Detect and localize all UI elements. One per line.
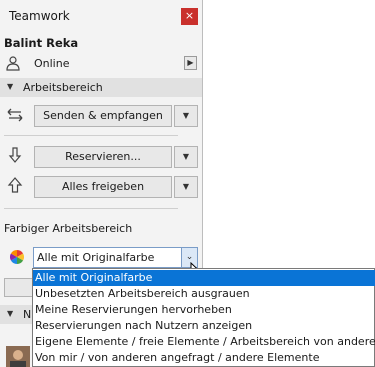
section-next[interactable]: ▼ N [0,305,32,324]
section-workspace[interactable]: ▼ Arbeitsbereich [0,78,202,97]
dropdown-option[interactable]: Eigene Elemente / freie Elemente / Arbei… [33,334,375,350]
reserve-button[interactable]: Reservieren... [34,146,172,168]
close-button[interactable]: × [181,8,198,25]
dropdown-option[interactable]: Meine Reservierungen hervorheben [33,302,375,318]
dropdown-option[interactable]: Reservierungen nach Nutzern anzeigen [33,318,375,334]
colored-workspace-label: Farbiger Arbeitsbereich [4,222,133,235]
user-avatar-icon [6,346,30,367]
collapse-triangle-icon: ▼ [7,82,14,91]
reserve-dropdown[interactable]: ▼ [174,146,198,168]
hidden-button[interactable] [4,278,32,297]
release-all-button[interactable]: Alles freigeben [34,176,172,198]
divider [4,135,178,136]
release-all-dropdown[interactable]: ▼ [174,176,198,198]
up-arrow-icon [7,177,23,193]
dropdown-option[interactable]: Alle mit Originalfarbe [33,270,375,286]
person-icon [6,56,20,71]
section-next-label: N [23,308,32,321]
status-label: Online [34,57,70,70]
section-workspace-label: Arbeitsbereich [23,81,103,94]
user-name: Balint Reka [4,36,79,50]
divider [4,208,178,209]
status-menu-button[interactable]: ▶ [184,56,197,70]
collapse-triangle-icon: ▼ [7,309,14,318]
send-receive-button[interactable]: Senden & empfangen [34,105,172,127]
down-arrow-icon [8,147,22,163]
color-wheel-icon [10,250,24,264]
panel-title: Teamwork [9,9,70,23]
swap-arrows-icon [7,108,23,122]
send-receive-dropdown[interactable]: ▼ [174,105,198,127]
dropdown-option[interactable]: Unbesetzten Arbeitsbereich ausgrauen [33,286,375,302]
dropdown-option[interactable]: Von mir / von anderen angefragt / andere… [33,350,375,366]
color-mode-select-value: Alle mit Originalfarbe [37,251,155,264]
color-mode-dropdown-list: Alle mit Originalfarbe Unbesetzten Arbei… [32,268,375,367]
